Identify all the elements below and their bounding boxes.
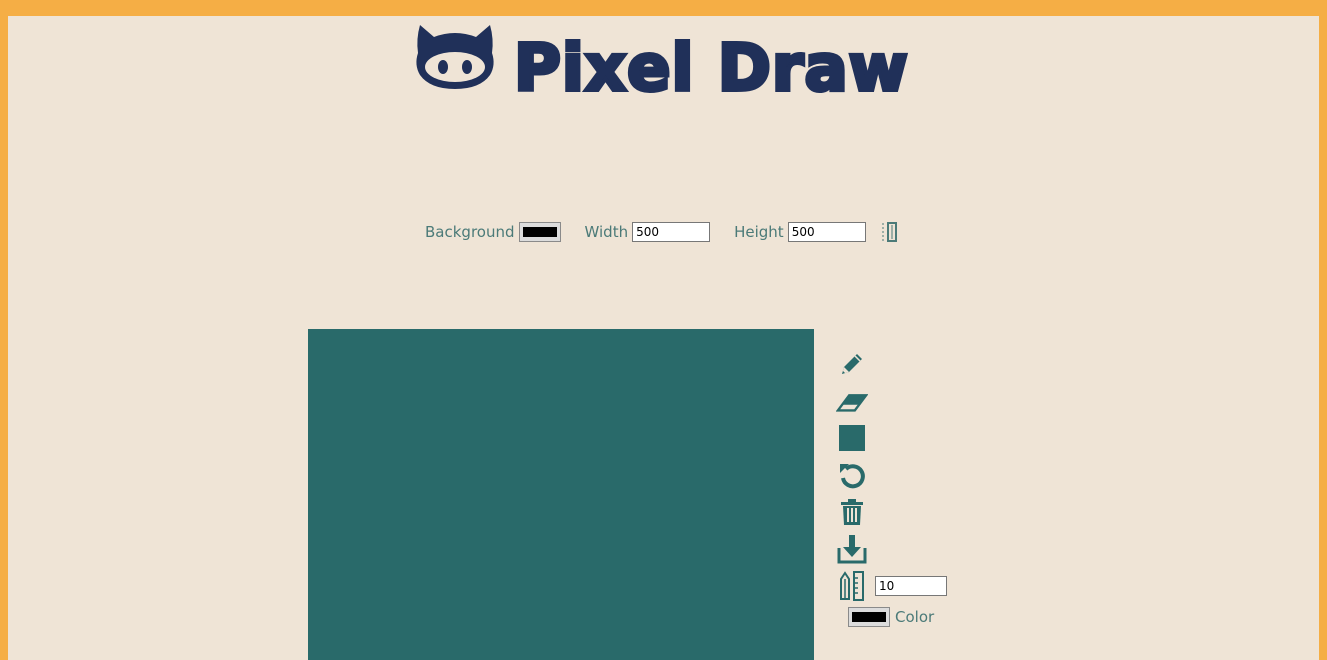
eraser-icon <box>836 394 868 412</box>
download-button[interactable] <box>836 533 868 565</box>
height-input[interactable] <box>787 222 866 242</box>
logo: Pixel Draw <box>414 19 924 109</box>
pencil-tool[interactable] <box>836 348 868 380</box>
draw-color-row: Color <box>848 607 976 627</box>
eraser-tool[interactable] <box>836 385 868 417</box>
undo-button[interactable] <box>836 459 868 491</box>
resize-icon[interactable] <box>880 221 900 243</box>
pencil-icon <box>842 354 862 374</box>
width-label: Width <box>584 223 629 241</box>
app-title: Pixel Draw <box>512 30 910 108</box>
fill-tool[interactable] <box>836 422 868 454</box>
background-color-picker[interactable] <box>518 222 561 242</box>
background-label: Background <box>425 223 515 241</box>
draw-color-picker[interactable] <box>848 607 890 627</box>
background-color-swatch <box>522 227 557 237</box>
download-icon <box>837 535 867 564</box>
draw-color-swatch <box>852 612 886 622</box>
height-label: Height <box>734 223 784 241</box>
color-label: Color <box>895 608 935 626</box>
drawing-canvas[interactable] <box>308 329 814 660</box>
undo-icon <box>840 464 865 489</box>
brush-size-tool <box>836 570 868 602</box>
width-input[interactable] <box>632 222 711 242</box>
pencil-ruler-icon <box>840 571 864 601</box>
canvas-settings: Background Width Height <box>425 221 900 243</box>
fill-icon <box>839 425 865 451</box>
trash-icon <box>841 499 863 525</box>
brush-size-row <box>836 570 976 602</box>
toolbar: Color <box>836 348 976 627</box>
clear-button[interactable] <box>836 496 868 528</box>
octocat-pig-icon <box>416 25 494 89</box>
page: Pixel Draw Background Width Height <box>8 16 1319 660</box>
brush-size-input[interactable] <box>875 576 947 596</box>
